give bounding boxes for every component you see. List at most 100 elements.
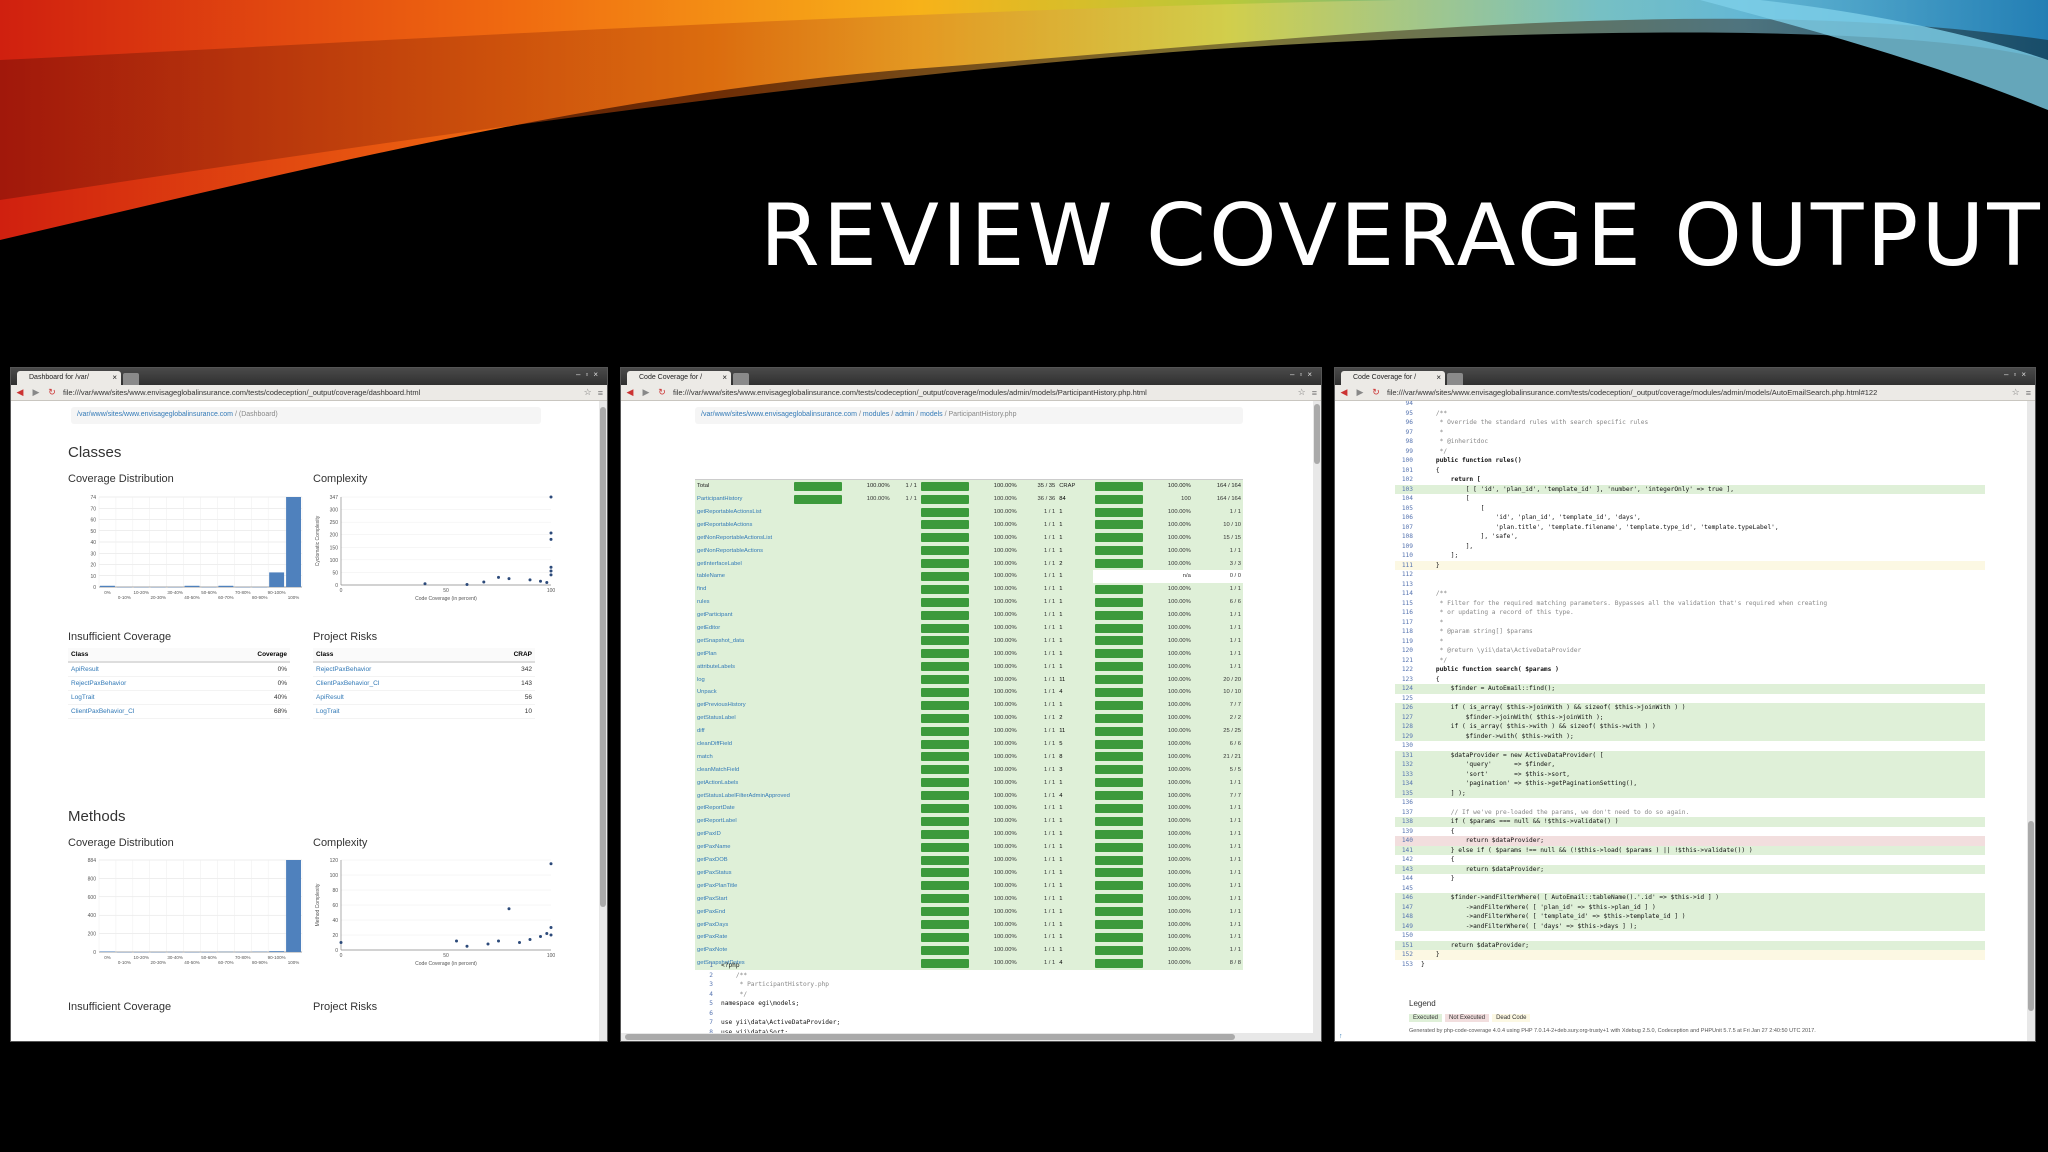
menu-icon[interactable]: ≡: [598, 388, 603, 398]
line-number[interactable]: 138: [1395, 817, 1421, 827]
browser-tab[interactable]: Code Coverage for / ×: [1341, 371, 1445, 385]
back-icon[interactable]: ◀: [625, 387, 635, 398]
method-link[interactable]: getParticipant: [695, 608, 792, 622]
method-link[interactable]: getPlan: [695, 647, 792, 661]
bookmark-star-icon[interactable]: ☆: [2012, 387, 2020, 398]
line-number[interactable]: 115: [1395, 599, 1421, 609]
method-link[interactable]: cleanDiffField: [695, 737, 792, 751]
close-tab-icon[interactable]: ×: [722, 373, 727, 382]
browser-tab[interactable]: Code Coverage for / ×: [627, 371, 731, 385]
line-number[interactable]: 130: [1395, 741, 1421, 751]
breadcrumb-link[interactable]: modules: [863, 411, 889, 418]
line-number[interactable]: 98: [1395, 437, 1421, 447]
line-number[interactable]: 96: [1395, 418, 1421, 428]
column-header[interactable]: CRAP: [477, 648, 535, 663]
line-number[interactable]: 107: [1395, 523, 1421, 533]
method-link[interactable]: log: [695, 673, 792, 687]
line-number[interactable]: 149: [1395, 922, 1421, 932]
class-link[interactable]: ApiResult: [68, 662, 215, 677]
class-link[interactable]: ClientPaxBehavior_CI: [313, 676, 478, 691]
method-link[interactable]: rules: [695, 595, 792, 609]
method-link[interactable]: getStatusLabelFilterAdminApproved: [695, 789, 792, 803]
method-link[interactable]: getPreviousHistory: [695, 698, 792, 712]
method-link[interactable]: getActionLabels: [695, 776, 792, 790]
new-tab-button[interactable]: [1447, 373, 1463, 385]
scrollbar-thumb[interactable]: [600, 407, 606, 907]
method-link[interactable]: find: [695, 582, 792, 596]
method-link[interactable]: getPaxStatus: [695, 866, 792, 880]
method-link[interactable]: getNonReportableActions: [695, 544, 792, 558]
line-number[interactable]: 2: [695, 971, 721, 981]
method-link[interactable]: getStatusLabel: [695, 711, 792, 725]
horizontal-scrollbar-thumb[interactable]: [625, 1034, 1235, 1040]
line-number[interactable]: 135: [1395, 789, 1421, 799]
line-number[interactable]: 109: [1395, 542, 1421, 552]
line-number[interactable]: 152: [1395, 950, 1421, 960]
line-number[interactable]: 105: [1395, 504, 1421, 514]
line-number[interactable]: 151: [1395, 941, 1421, 951]
line-number[interactable]: 144: [1395, 874, 1421, 884]
method-link[interactable]: cleanMatchField: [695, 763, 792, 777]
line-number[interactable]: 106: [1395, 513, 1421, 523]
back-to-top-icon[interactable]: ↑: [1339, 1033, 1343, 1040]
line-number[interactable]: 124: [1395, 684, 1421, 694]
bookmark-star-icon[interactable]: ☆: [1298, 387, 1306, 398]
forward-icon[interactable]: ▶: [641, 387, 651, 398]
new-tab-button[interactable]: [733, 373, 749, 385]
method-link[interactable]: getPaxRate: [695, 930, 792, 944]
method-link[interactable]: attributeLabels: [695, 660, 792, 674]
line-number[interactable]: 142: [1395, 855, 1421, 865]
window-controls[interactable]: ‒▫×: [1290, 370, 1317, 379]
line-number[interactable]: 97: [1395, 428, 1421, 438]
method-link[interactable]: getPaxDOB: [695, 853, 792, 867]
horizontal-scrollbar[interactable]: [621, 1033, 1313, 1041]
line-number[interactable]: 113: [1395, 580, 1421, 590]
vertical-scrollbar[interactable]: [599, 401, 607, 1041]
method-link[interactable]: getInterfaceLabel: [695, 557, 792, 571]
url-field[interactable]: file:///var/www/sites/www.envisageglobal…: [1387, 388, 2006, 397]
method-link[interactable]: getPaxDays: [695, 918, 792, 931]
line-number[interactable]: 95: [1395, 409, 1421, 419]
reload-icon[interactable]: ↻: [657, 387, 667, 398]
line-number[interactable]: 133: [1395, 770, 1421, 780]
line-number[interactable]: 110: [1395, 551, 1421, 561]
line-number[interactable]: 5: [695, 999, 721, 1009]
line-number[interactable]: 4: [695, 990, 721, 1000]
line-number[interactable]: 3: [695, 980, 721, 990]
line-number[interactable]: 145: [1395, 884, 1421, 894]
window-controls[interactable]: ‒▫×: [2004, 370, 2031, 379]
new-tab-button[interactable]: [123, 373, 139, 385]
line-number[interactable]: 112: [1395, 570, 1421, 580]
column-header[interactable]: Coverage: [214, 648, 290, 663]
forward-icon[interactable]: ▶: [31, 387, 41, 398]
column-header[interactable]: Class: [313, 648, 478, 663]
line-number[interactable]: 132: [1395, 760, 1421, 770]
line-number[interactable]: 6: [695, 1009, 721, 1019]
line-number[interactable]: 129: [1395, 732, 1421, 742]
line-number[interactable]: 139: [1395, 827, 1421, 837]
line-number[interactable]: 99: [1395, 447, 1421, 457]
browser-tab[interactable]: Dashboard for /var/ ×: [17, 371, 121, 385]
line-number[interactable]: 94: [1395, 401, 1421, 409]
row-label[interactable]: ParticipantHistory: [695, 492, 792, 506]
menu-icon[interactable]: ≡: [2026, 388, 2031, 398]
line-number[interactable]: 140: [1395, 836, 1421, 846]
line-number[interactable]: 114: [1395, 589, 1421, 599]
line-number[interactable]: 153: [1395, 960, 1421, 970]
line-number[interactable]: 118: [1395, 627, 1421, 637]
line-number[interactable]: 7: [695, 1018, 721, 1028]
method-link[interactable]: match: [695, 750, 792, 764]
method-link[interactable]: getReportLabel: [695, 814, 792, 828]
forward-icon[interactable]: ▶: [1355, 387, 1365, 398]
class-link[interactable]: ApiResult: [313, 690, 478, 705]
line-number[interactable]: 126: [1395, 703, 1421, 713]
line-number[interactable]: 147: [1395, 903, 1421, 913]
method-link[interactable]: getPaxEnd: [695, 905, 792, 919]
line-number[interactable]: 119: [1395, 637, 1421, 647]
method-link[interactable]: getReportDate: [695, 802, 792, 815]
vertical-scrollbar[interactable]: [1313, 401, 1321, 1041]
column-header[interactable]: Class: [68, 648, 215, 663]
line-number[interactable]: 127: [1395, 713, 1421, 723]
close-tab-icon[interactable]: ×: [1436, 373, 1441, 382]
line-number[interactable]: 101: [1395, 466, 1421, 476]
